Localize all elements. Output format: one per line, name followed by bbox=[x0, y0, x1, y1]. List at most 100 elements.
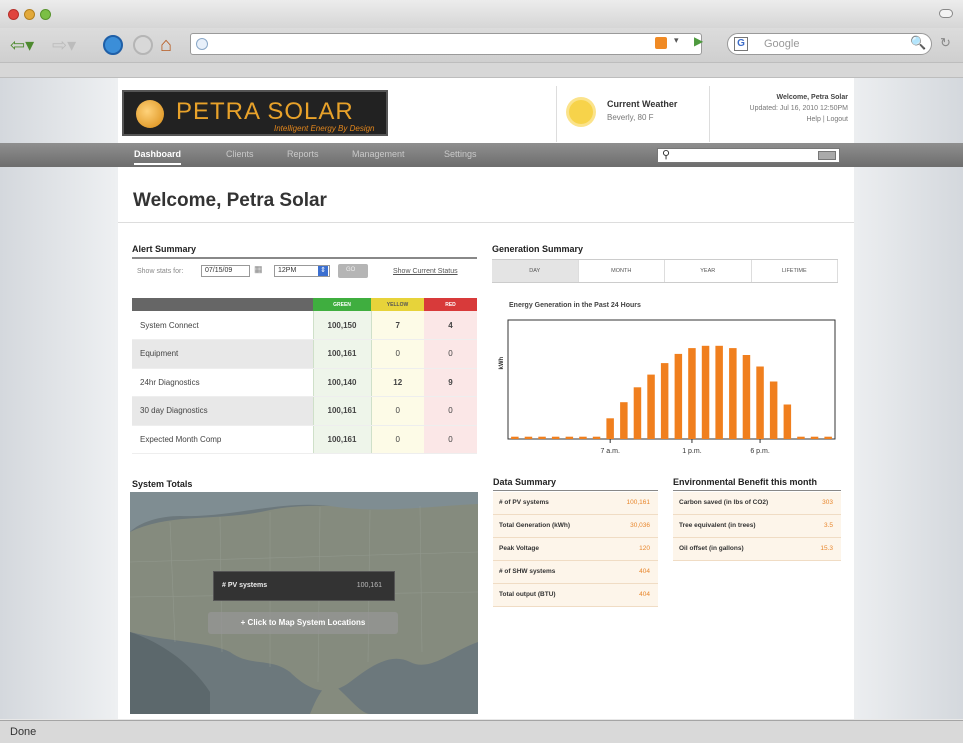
tab-month[interactable]: MONTH bbox=[579, 260, 665, 282]
yellow-count[interactable]: 0 bbox=[371, 425, 424, 454]
green-count[interactable]: 100,150 bbox=[312, 311, 372, 340]
table-row[interactable]: 30 day Diagnostics 100,161 0 0 bbox=[132, 396, 477, 426]
ds-value: 30,036 bbox=[630, 522, 650, 529]
reload-icon[interactable] bbox=[103, 35, 123, 55]
generation-tabs: DAY MONTH YEAR LIFETIME bbox=[492, 259, 838, 283]
tab-day[interactable]: DAY bbox=[492, 260, 579, 282]
environmental-benefit-table: Carbon saved (in lbs of CO2) 303 Tree eq… bbox=[673, 492, 841, 561]
red-count[interactable]: 0 bbox=[424, 425, 477, 454]
close-window-icon[interactable] bbox=[8, 9, 19, 20]
brand-name: PETRA SOLAR bbox=[176, 98, 354, 125]
title-bar bbox=[0, 0, 963, 28]
feed-dropdown-icon[interactable]: ▾ bbox=[674, 35, 679, 46]
ds-label: Total output (BTU) bbox=[499, 591, 556, 598]
red-count[interactable]: 4 bbox=[424, 311, 477, 340]
time-select[interactable]: 12PM ⇕ bbox=[274, 265, 330, 277]
chart-bar bbox=[742, 355, 751, 439]
stop-icon[interactable] bbox=[133, 35, 153, 55]
environmental-benefit-heading: Environmental Benefit this month bbox=[673, 477, 841, 491]
tab-lifetime[interactable]: LIFETIME bbox=[752, 260, 838, 282]
x-tick-label: 6 p.m. bbox=[750, 448, 770, 455]
go-button[interactable]: GO bbox=[338, 264, 368, 278]
chart-bar bbox=[701, 345, 710, 439]
toolbar-toggle-icon[interactable] bbox=[939, 9, 953, 18]
alert-table: GREEN YELLOW RED System Connect 100,150 … bbox=[132, 298, 477, 454]
site-search-button[interactable] bbox=[818, 151, 836, 160]
chart-bar bbox=[606, 418, 614, 439]
yellow-count[interactable]: 0 bbox=[371, 396, 424, 426]
chart-bar bbox=[769, 381, 778, 439]
calendar-icon[interactable]: ▦ bbox=[254, 264, 263, 275]
x-tick-label: 1 p.m. bbox=[682, 448, 702, 455]
pv-systems-label: # PV systems bbox=[222, 582, 268, 589]
green-count[interactable]: 100,140 bbox=[312, 368, 372, 397]
green-count[interactable]: 100,161 bbox=[312, 425, 372, 454]
ds-value: 404 bbox=[639, 591, 650, 598]
table-row[interactable]: 24hr Diagnostics 100,140 12 9 bbox=[132, 368, 477, 397]
env-value: 3.5 bbox=[823, 522, 833, 529]
forward-arrow-icon[interactable]: ⇨▾ bbox=[52, 34, 76, 56]
date-input[interactable]: 07/15/09 bbox=[201, 265, 250, 277]
list-item: Carbon saved (in lbs of CO2) 303 bbox=[673, 492, 841, 515]
tab-clients[interactable]: Clients bbox=[226, 149, 254, 159]
minimize-window-icon[interactable] bbox=[24, 9, 35, 20]
home-icon[interactable]: ⌂ bbox=[160, 34, 172, 56]
yellow-count[interactable]: 7 bbox=[371, 311, 424, 340]
chart-bar bbox=[688, 348, 696, 439]
map-system-locations-button[interactable]: + Click to Map System Locations bbox=[208, 612, 398, 634]
yellow-count[interactable]: 12 bbox=[371, 368, 424, 397]
browser-window: ⇦▾ ⇨▾ ⌂ ▾ ▶ G Google 🔍 ↻ PETRA SOLAR Int… bbox=[0, 0, 963, 743]
env-label: Tree equivalent (in trees) bbox=[679, 522, 756, 529]
help-logout-links[interactable]: Help | Logout bbox=[716, 114, 848, 125]
search-magnifier-icon[interactable]: 🔍 bbox=[910, 35, 926, 51]
chart-bar bbox=[797, 436, 805, 439]
env-value: 303 bbox=[822, 499, 833, 506]
red-count[interactable]: 9 bbox=[424, 368, 477, 397]
list-item: Peak Voltage 120 bbox=[493, 538, 658, 561]
energy-generation-chart: 7 a.m. 1 p.m. 6 p.m. kWh bbox=[499, 319, 836, 455]
list-item: Total output (BTU) 404 bbox=[493, 584, 658, 607]
red-count[interactable]: 0 bbox=[424, 396, 477, 426]
browser-search-box[interactable]: G Google bbox=[727, 33, 932, 55]
tab-reports[interactable]: Reports bbox=[287, 149, 319, 159]
show-current-status-link[interactable]: Show Current Status bbox=[393, 268, 458, 275]
user-welcome: Welcome, Petra Solar Updated: Jul 16, 20… bbox=[716, 92, 848, 125]
system-map[interactable] bbox=[130, 492, 478, 714]
time-value: 12PM bbox=[278, 267, 297, 274]
ds-label: # of PV systems bbox=[499, 499, 549, 506]
back-arrow-icon[interactable]: ⇦▾ bbox=[10, 34, 34, 56]
table-row[interactable]: Expected Month Comp 100,161 0 0 bbox=[132, 425, 477, 454]
zoom-window-icon[interactable] bbox=[40, 9, 51, 20]
divider bbox=[118, 222, 854, 223]
rss-feed-icon[interactable] bbox=[655, 37, 667, 49]
weather-widget: Current Weather Beverly, 80 F bbox=[556, 86, 710, 142]
pv-systems-value: 100,161 bbox=[356, 582, 382, 589]
tab-management[interactable]: Management bbox=[352, 149, 405, 159]
sun-weather-icon bbox=[569, 100, 593, 124]
search-placeholder: Google bbox=[764, 38, 800, 50]
tab-settings[interactable]: Settings bbox=[444, 149, 477, 159]
list-item: Oil offset (in gallons) 15.3 bbox=[673, 538, 841, 561]
go-arrow-icon[interactable]: ▶ bbox=[694, 34, 703, 48]
google-icon[interactable]: G bbox=[734, 37, 748, 51]
green-count[interactable]: 100,161 bbox=[312, 339, 372, 369]
search-icon: ⚲ bbox=[662, 149, 671, 161]
list-item: Tree equivalent (in trees) 3.5 bbox=[673, 515, 841, 538]
url-bar[interactable] bbox=[190, 33, 702, 55]
ds-value: 404 bbox=[639, 568, 650, 575]
yellow-count[interactable]: 0 bbox=[371, 339, 424, 369]
table-row[interactable]: Equipment 100,161 0 0 bbox=[132, 339, 477, 369]
site-search-input[interactable]: ⚲ bbox=[657, 148, 840, 163]
tab-year[interactable]: YEAR bbox=[665, 260, 752, 282]
row-label: Equipment bbox=[132, 339, 313, 369]
green-count[interactable]: 100,161 bbox=[312, 396, 372, 426]
tab-dashboard[interactable]: Dashboard bbox=[134, 149, 182, 165]
data-summary-table: # of PV systems 100,161 Total Generation… bbox=[493, 492, 658, 607]
us-map-image bbox=[130, 492, 478, 714]
chart-bar bbox=[810, 436, 819, 439]
table-row[interactable]: System Connect 100,150 7 4 bbox=[132, 311, 477, 340]
ds-label: Peak Voltage bbox=[499, 545, 539, 552]
reload-small-icon[interactable]: ↻ bbox=[940, 35, 951, 51]
petra-solar-logo[interactable]: PETRA SOLAR Intelligent Energy By Design bbox=[122, 90, 388, 136]
red-count[interactable]: 0 bbox=[424, 339, 477, 369]
